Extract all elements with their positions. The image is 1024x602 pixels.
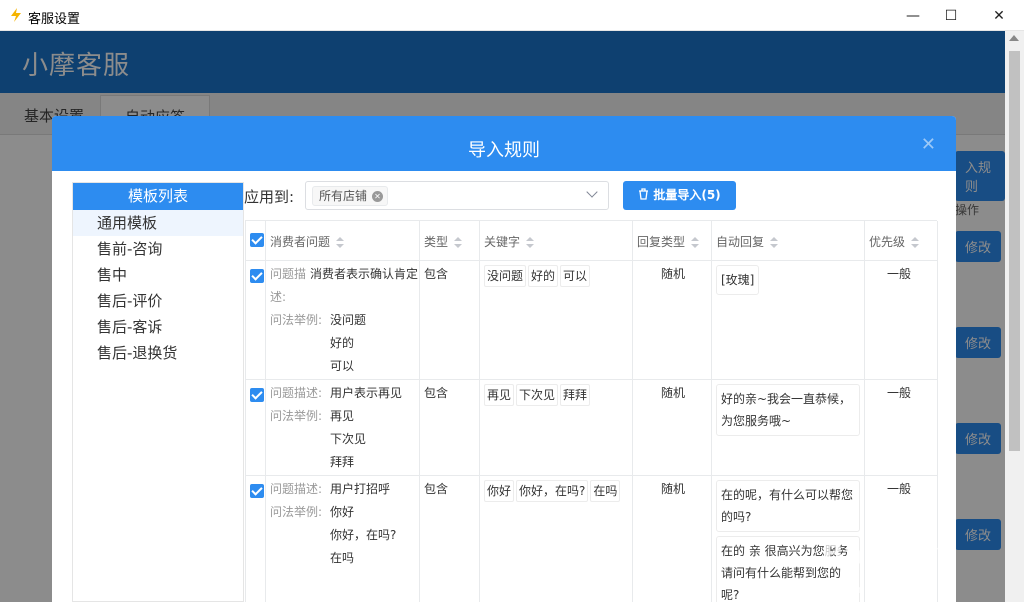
import-rules-modal: 导入规则 ✕ 模板列表 通用模板 售前-咨询 售中 售后-评价 售后-客诉 售后… <box>52 116 956 602</box>
template-item-return[interactable]: 售后-退换货 <box>73 340 243 366</box>
batch-import-button[interactable]: 批量导入(5) <box>623 181 736 210</box>
template-item-complaint[interactable]: 售后-客诉 <box>73 314 243 340</box>
row-checkbox[interactable] <box>250 269 264 283</box>
row-checkbox[interactable] <box>250 388 264 402</box>
modal-title: 导入规则 <box>468 140 540 161</box>
store-tag-label: 所有店铺 <box>319 189 368 203</box>
store-tag: 所有店铺 ✕ <box>312 186 389 206</box>
rules-table: 消费者问题 类型 关键字 回复类型 自动回复 优先级 问题描述: 消费者表示确认肯… <box>245 220 938 602</box>
question-desc: 用户打招呼 <box>330 482 391 496</box>
sort-icon[interactable] <box>454 236 463 249</box>
keyword-tag: 再见 <box>484 384 515 406</box>
keyword-tag: 好的 <box>528 265 559 287</box>
col-keywords[interactable]: 关键字 <box>480 221 633 260</box>
watermark-url: jingyan.baidu.com <box>824 583 926 596</box>
modal-close-icon[interactable]: ✕ <box>921 134 936 155</box>
template-item-review[interactable]: 售后-评价 <box>73 288 243 314</box>
col-type[interactable]: 类型 <box>420 221 480 260</box>
example-item: 你好，在吗? <box>330 528 397 542</box>
sort-icon[interactable] <box>336 236 345 249</box>
reply-type: 随机 <box>661 267 686 281</box>
table-row: 问题描述: 用户表示再见 问法举例: 再见 下次见 拜拜 包含 再见 下次见 拜拜 随机 好… <box>246 380 938 476</box>
example-label: 问法举例: <box>270 409 323 423</box>
scrollbar-thumb[interactable] <box>1009 51 1020 451</box>
window-titlebar: 客服设置 — ☐ ✕ <box>0 0 1024 31</box>
col-consumer-question[interactable]: 消费者问题 <box>266 221 420 260</box>
match-type: 包含 <box>424 386 449 400</box>
template-item-general[interactable]: 通用模板 <box>73 210 243 236</box>
desc-label: 问题描述: <box>270 482 323 496</box>
apply-to-label: 应用到: <box>244 188 295 206</box>
maximize-button[interactable]: ☐ <box>928 0 974 31</box>
sort-icon[interactable] <box>691 236 700 249</box>
reply-item: [玫瑰] <box>716 265 760 295</box>
app-logo-icon <box>11 8 21 22</box>
example-item: 在吗 <box>330 551 355 565</box>
keyword-tag: 下次见 <box>516 384 559 406</box>
table-row: 问题描述: 消费者表示确认肯定 问法举例: 没问题 好的 可以 包含 没问题 好的 可以 随… <box>246 261 938 380</box>
sort-icon[interactable] <box>526 236 535 249</box>
match-type: 包含 <box>424 267 449 281</box>
example-item: 好的 <box>330 336 355 350</box>
example-item: 你好 <box>330 505 355 519</box>
scroll-up-arrow-icon[interactable] <box>1009 35 1019 41</box>
keyword-tag: 在吗 <box>590 480 621 502</box>
close-window-button[interactable]: ✕ <box>976 0 1022 31</box>
keyword-tag: 没问题 <box>484 265 527 287</box>
row-checkbox[interactable] <box>250 484 264 498</box>
trash-icon <box>639 188 649 200</box>
keyword-tag: 拜拜 <box>560 384 591 406</box>
match-type: 包含 <box>424 482 449 496</box>
template-item-presale[interactable]: 售前-咨询 <box>73 236 243 262</box>
store-select[interactable]: 所有店铺 ✕ <box>305 181 609 210</box>
sort-icon[interactable] <box>911 236 920 249</box>
template-list: 模板列表 通用模板 售前-咨询 售中 售后-评价 售后-客诉 售后-退换货 <box>72 182 244 602</box>
chevron-down-icon[interactable] <box>586 186 598 198</box>
question-desc: 消费者表示确认肯定 <box>310 267 419 281</box>
keyword-tag: 你好 <box>484 480 515 502</box>
example-item: 拜拜 <box>330 455 355 469</box>
example-item: 可以 <box>330 359 355 373</box>
example-label: 问法举例: <box>270 313 323 327</box>
example-item: 再见 <box>330 409 355 423</box>
col-auto-reply[interactable]: 自动回复 <box>712 221 865 260</box>
sort-icon[interactable] <box>770 236 779 249</box>
col-reply-type[interactable]: 回复类型 <box>633 221 712 260</box>
example-item: 没问题 <box>330 313 367 327</box>
desc-label: 问题描述: <box>270 267 307 304</box>
reply-type: 随机 <box>661 482 686 496</box>
example-item: 下次见 <box>330 432 367 446</box>
window-title: 客服设置 <box>28 12 81 27</box>
keyword-tag: 你好，在吗? <box>516 480 589 502</box>
window-scrollbar[interactable] <box>1005 31 1024 602</box>
tag-remove-icon[interactable]: ✕ <box>372 191 384 202</box>
modal-header: 导入规则 ✕ <box>52 116 956 171</box>
question-desc: 用户表示再见 <box>330 386 403 400</box>
priority: 一般 <box>887 386 912 400</box>
keyword-tag: 可以 <box>560 265 591 287</box>
reply-type: 随机 <box>661 386 686 400</box>
template-item-insale[interactable]: 售中 <box>73 262 243 288</box>
reply-item: 好的亲~我会一直恭候，为您服务哦~ <box>716 384 860 436</box>
priority: 一般 <box>887 267 912 281</box>
desc-label: 问题描述: <box>270 386 323 400</box>
table-header: 消费者问题 类型 关键字 回复类型 自动回复 优先级 <box>246 221 938 261</box>
select-all-checkbox[interactable] <box>250 233 264 247</box>
reply-item: 在的呢，有什么可以帮您的吗? <box>716 480 860 532</box>
batch-import-label: 批量导入(5) <box>653 188 721 202</box>
example-label: 问法举例: <box>270 505 323 519</box>
template-list-header: 模板列表 <box>73 183 243 210</box>
priority: 一般 <box>887 482 912 496</box>
col-priority[interactable]: 优先级 <box>865 221 938 260</box>
